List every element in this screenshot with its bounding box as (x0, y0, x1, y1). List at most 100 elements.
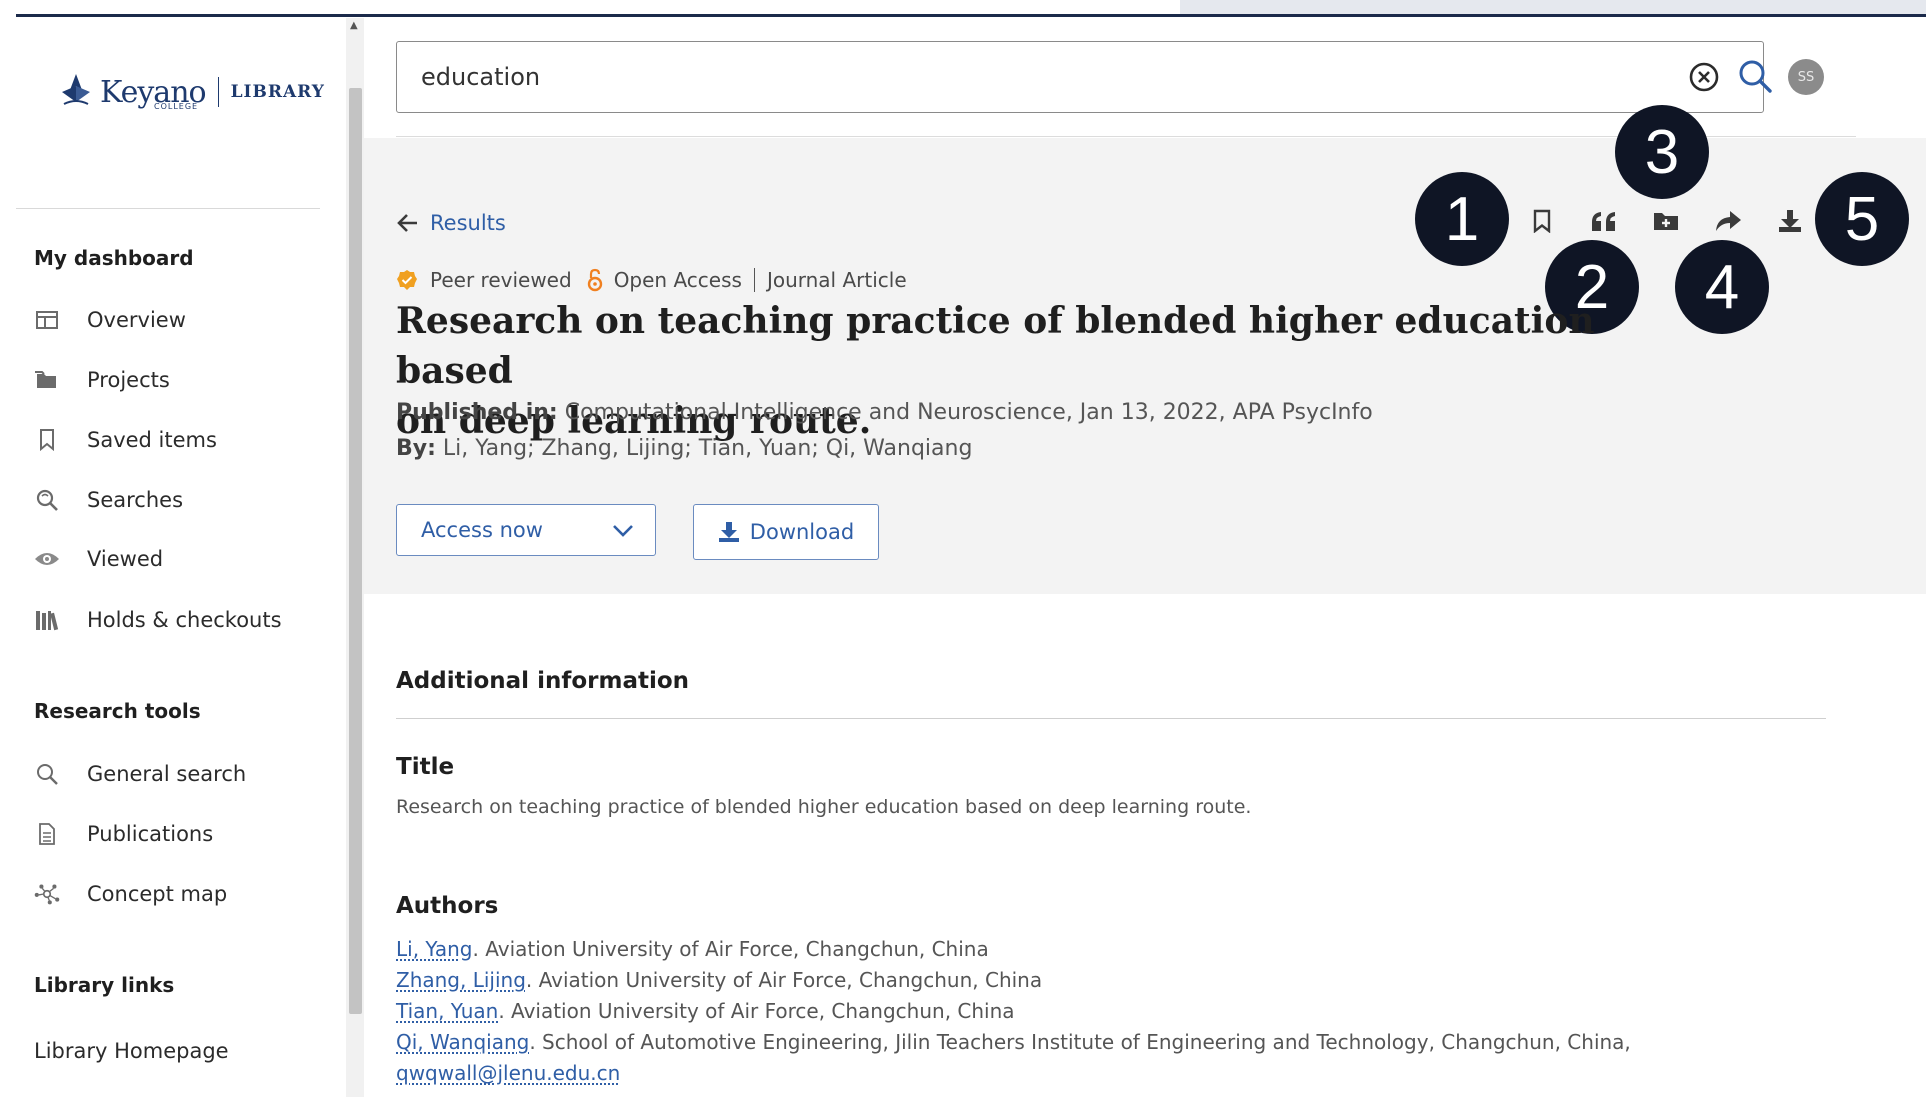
sidebar-item-label: Viewed (87, 547, 164, 571)
share-button[interactable] (1711, 204, 1745, 238)
author-email-link[interactable]: qwqwall@jlenu.edu.cn (396, 1061, 620, 1085)
download-label: Download (749, 520, 855, 544)
callout-3: 3 (1615, 105, 1709, 199)
record-meta-row: Peer reviewed Open Access Journal Articl… (396, 268, 907, 292)
callout-4: 4 (1675, 240, 1769, 334)
sidebar-item-concept-map[interactable]: Concept map (34, 874, 324, 914)
record-authors-line: By: Li, Yang; Zhang, Lijing; Tian, Yuan;… (396, 436, 972, 461)
bookmark-icon (34, 427, 60, 453)
author-affiliation: . Aviation University of Air Force, Chan… (525, 968, 1043, 992)
sidebar-item-label: Projects (87, 368, 170, 392)
user-avatar[interactable]: SS (1788, 59, 1824, 95)
main-content: SS Results (364, 18, 1926, 1097)
title-field-value: Research on teaching practice of blended… (396, 796, 1252, 818)
add-folder-icon (1654, 213, 1678, 230)
title-field-heading: Title (396, 754, 455, 780)
sidebar-item-saved-items[interactable]: Saved items (34, 420, 324, 460)
meta-separator (753, 268, 755, 292)
clear-search-icon[interactable] (1687, 60, 1721, 94)
sidebar-item-label: Overview (87, 308, 186, 332)
record-type-label: Journal Article (766, 268, 907, 292)
author-affiliation: . School of Automotive Engineering, Jili… (529, 1030, 1631, 1054)
overview-icon (34, 307, 60, 333)
author-link[interactable]: Qi, Wanqiang (396, 1030, 529, 1054)
save-record-button[interactable] (1525, 204, 1559, 238)
books-icon (34, 607, 60, 633)
search-history-icon (34, 487, 60, 513)
open-access-label: Open Access (613, 268, 742, 292)
top-bar-tab-area (1180, 0, 1926, 14)
library-links-heading: Library links (34, 973, 175, 997)
published-in-label: Published in: (396, 400, 558, 425)
cite-button[interactable] (1587, 204, 1621, 238)
export-download-button[interactable] (1773, 204, 1807, 238)
peer-reviewed-badge-icon (397, 270, 417, 290)
additional-info-divider (396, 718, 1826, 719)
logo-library: LIBRARY (230, 82, 325, 102)
logo-college: COLLEGE (154, 102, 199, 111)
sidebar-item-projects[interactable]: Projects (34, 360, 324, 400)
share-icon (1716, 211, 1741, 231)
sidebar-item-label: Saved items (87, 428, 217, 452)
author-entry: Zhang, Lijing. Aviation University of Ai… (396, 968, 1042, 992)
sidebar-item-label: Holds & checkouts (87, 608, 282, 632)
access-now-label: Access now (421, 518, 543, 542)
dashboard-heading: My dashboard (34, 246, 194, 270)
sidebar-item-label: Publications (87, 822, 214, 846)
author-link[interactable]: Zhang, Lijing (396, 968, 526, 992)
sidebar-item-searches[interactable]: Searches (34, 480, 324, 520)
top-bar-line (16, 14, 1926, 17)
sidebar-item-label: General search (87, 762, 247, 786)
library-homepage-link[interactable]: Library Homepage (34, 1039, 229, 1063)
chevron-down-icon (613, 525, 633, 537)
sidebar-divider (16, 208, 320, 209)
sidebar-item-viewed[interactable]: Viewed (34, 539, 324, 579)
author-affiliation: . Aviation University of Air Force, Chan… (472, 937, 989, 961)
sidebar-item-publications[interactable]: Publications (34, 814, 324, 854)
author-email-line: qwqwall@jlenu.edu.cn (396, 1061, 620, 1085)
search-bar (396, 41, 1772, 113)
sidebar-item-label: Searches (87, 488, 184, 512)
callout-1: 1 (1415, 172, 1509, 266)
sidebar-item-holds-checkouts[interactable]: Holds & checkouts (34, 600, 324, 640)
search-submit-icon[interactable] (1737, 58, 1773, 94)
authors-field-heading: Authors (396, 893, 499, 919)
record-detail-panel: Results 1 2 3 4 5 Peer reviewed Open Acc… (364, 105, 1926, 594)
published-in: Published in: Computational Intelligence… (396, 400, 1373, 425)
author-entry: Qi, Wanqiang. School of Automotive Engin… (396, 1030, 1631, 1054)
add-to-project-button[interactable] (1649, 204, 1683, 238)
open-access-icon (587, 268, 602, 292)
scroll-up-arrow-icon[interactable]: ▲ (350, 20, 358, 31)
sidebar-item-overview[interactable]: Overview (34, 300, 324, 340)
author-entry: Tian, Yuan. Aviation University of Air F… (396, 999, 1015, 1023)
author-link[interactable]: Li, Yang (396, 937, 473, 961)
access-now-dropdown[interactable]: Access now (396, 504, 656, 556)
author-link[interactable]: Tian, Yuan (396, 999, 498, 1023)
peer-reviewed-label: Peer reviewed (430, 268, 572, 292)
record-title-line: Research on teaching practice of blended… (396, 300, 1595, 392)
download-button[interactable]: Download (693, 504, 879, 560)
quote-icon (1592, 212, 1615, 231)
author-entry: Li, Yang. Aviation University of Air For… (396, 937, 989, 961)
search-input[interactable] (419, 54, 1623, 100)
download-icon (718, 522, 739, 542)
download-icon (1779, 210, 1801, 232)
library-logo[interactable]: Keyano COLLEGE LIBRARY (56, 62, 325, 122)
sidebar-scrollbar-thumb[interactable] (349, 88, 362, 1014)
back-to-results-link[interactable]: Results (396, 211, 506, 235)
search-icon (34, 761, 60, 787)
back-label: Results (430, 211, 506, 235)
document-icon (34, 821, 60, 847)
sidebar-item-general-search[interactable]: General search (34, 754, 324, 794)
keyano-logo-icon (62, 74, 90, 105)
arrow-left-icon (397, 214, 417, 232)
logo-separator (217, 77, 219, 107)
callout-5: 5 (1815, 172, 1909, 266)
sidebar: Keyano COLLEGE LIBRARY My dashboard Over… (16, 18, 346, 1097)
author-affiliation: . Aviation University of Air Force, Chan… (498, 999, 1015, 1023)
research-tools-heading: Research tools (34, 699, 201, 723)
eye-icon (34, 546, 60, 572)
by-label: By: (396, 436, 436, 461)
by-value: Li, Yang; Zhang, Lijing; Tian, Yuan; Qi,… (442, 436, 973, 461)
sidebar-item-label: Concept map (87, 882, 228, 906)
